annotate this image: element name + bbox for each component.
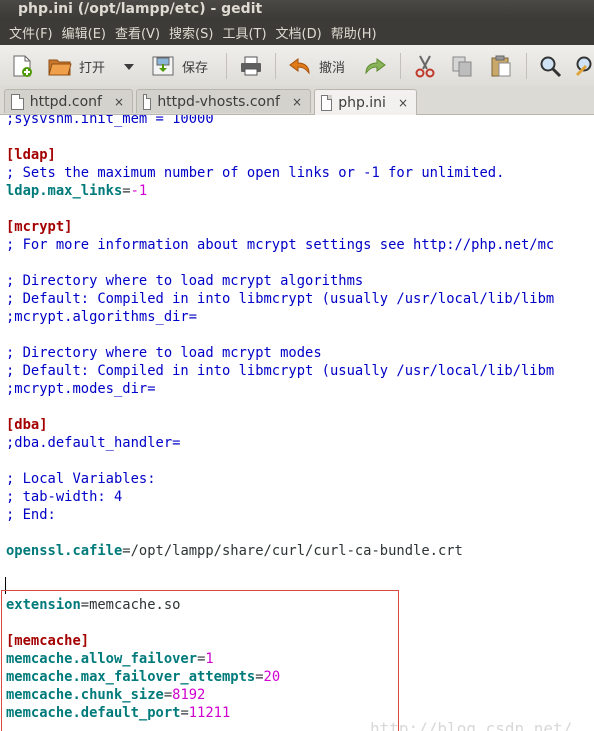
window-title: php.ini (/opt/lampp/etc) - gedit bbox=[18, 1, 263, 17]
redo-icon bbox=[365, 58, 386, 75]
code-line: [dba] bbox=[6, 416, 48, 434]
code-token-comment: ; Default: Compiled in into libmcrypt (u… bbox=[6, 363, 555, 379]
undo-button[interactable]: 撤消 bbox=[287, 53, 345, 79]
window-titlebar: php.ini (/opt/lampp/etc) - gedit bbox=[0, 0, 594, 20]
menu-help[interactable]: 帮助(H) bbox=[331, 23, 377, 42]
tab-label: php.ini bbox=[338, 94, 386, 111]
save-label: 保存 bbox=[182, 60, 209, 76]
tab-httpd-conf[interactable]: httpd.conf × bbox=[4, 89, 133, 113]
highlight-box bbox=[1, 590, 399, 731]
code-token-key: ldap.max_links bbox=[6, 183, 123, 199]
open-folder-icon bbox=[48, 59, 72, 76]
dropdown-arrow-icon bbox=[124, 64, 134, 70]
code-line: ; Local Variables: bbox=[6, 470, 156, 488]
replace-button[interactable] bbox=[574, 53, 594, 79]
menu-edit[interactable]: 编辑(E) bbox=[62, 23, 106, 42]
document-icon bbox=[321, 94, 333, 111]
open-button[interactable]: 打开 bbox=[47, 53, 105, 79]
code-token-comment: ; Directory where to load mcrypt modes bbox=[6, 345, 322, 361]
code-line: ; End: bbox=[6, 506, 56, 524]
code-token-comment: ; Directory where to load mcrypt algorit… bbox=[6, 273, 364, 289]
code-token-comment: ; tab-width: 4 bbox=[6, 489, 123, 505]
cut-icon bbox=[415, 55, 435, 78]
paste-icon bbox=[491, 55, 511, 77]
redo-button[interactable] bbox=[362, 53, 388, 79]
copy-icon bbox=[452, 56, 472, 77]
undo-label: 撤消 bbox=[319, 60, 346, 76]
undo-icon bbox=[289, 58, 310, 75]
code-token-comment: ;mcrypt.algorithms_dir= bbox=[6, 309, 198, 325]
tab-label: httpd-vhosts.conf bbox=[157, 93, 280, 110]
menu-tools[interactable]: 工具(T) bbox=[222, 23, 266, 42]
code-token-num: -1 bbox=[130, 183, 148, 199]
menu-view[interactable]: 查看(V) bbox=[115, 23, 160, 42]
code-line: ; tab-width: 4 bbox=[6, 488, 122, 506]
toolbar: 打开 保存 撤消 bbox=[0, 45, 594, 88]
text-editor[interactable]: ;sysvshm.init_mem = 10000 [ldap] ; Sets th… bbox=[0, 115, 594, 731]
tab-httpd-vhosts-conf[interactable]: httpd-vhosts.conf × bbox=[136, 89, 311, 113]
code-line: ;sysvshm.init_mem = 10000 bbox=[6, 115, 214, 128]
code-line: ; For more information about mcrypt sett… bbox=[6, 236, 554, 254]
toolbar-separator bbox=[400, 53, 401, 79]
search-icon bbox=[540, 56, 562, 78]
code-token-comment: ; Local Variables: bbox=[6, 471, 156, 487]
code-token-section: [mcrypt] bbox=[6, 219, 73, 235]
save-button[interactable]: 保存 bbox=[150, 53, 208, 79]
tab-close-icon[interactable]: × bbox=[398, 96, 408, 110]
code-line: [ldap] bbox=[6, 146, 56, 164]
code-token-section: [dba] bbox=[6, 417, 48, 433]
paste-button[interactable] bbox=[488, 53, 514, 79]
tab-php-ini[interactable]: php.ini × bbox=[314, 89, 417, 115]
menu-bar: 文件(F) 编辑(E) 查看(V) 搜索(S) 工具(T) 文档(D) 帮助(H… bbox=[0, 20, 594, 45]
print-icon bbox=[241, 56, 261, 76]
code-token-comment: ;sysvshm.init_mem = 10000 bbox=[6, 115, 214, 127]
new-button[interactable] bbox=[10, 53, 34, 79]
code-token-val: = bbox=[122, 183, 131, 199]
recent-files-dropdown[interactable] bbox=[122, 53, 136, 79]
replace-icon bbox=[575, 56, 592, 77]
menu-documents[interactable]: 文档(D) bbox=[276, 23, 322, 42]
code-line: ; Directory where to load mcrypt algorit… bbox=[6, 272, 363, 290]
toolbar-separator bbox=[526, 53, 527, 79]
watermark: http://blog.csdn.net/ bbox=[370, 719, 573, 731]
code-line: [mcrypt] bbox=[6, 218, 72, 236]
document-icon bbox=[11, 93, 24, 110]
cut-button[interactable] bbox=[412, 53, 438, 79]
code-token-comment: ; For more information about mcrypt sett… bbox=[6, 237, 555, 253]
tab-label: httpd.conf bbox=[29, 93, 102, 110]
code-token-comment: ; End: bbox=[6, 507, 56, 523]
toolbar-separator bbox=[275, 53, 276, 79]
code-line: ;dba.default_handler= bbox=[6, 434, 180, 452]
code-token-comment: ;mcrypt.modes_dir= bbox=[6, 381, 156, 397]
code-line: ; Default: Compiled in into libmcrypt (u… bbox=[6, 290, 554, 308]
code-token-key: openssl.cafile bbox=[6, 543, 123, 559]
code-token-val: =/opt/lampp/share/curl/curl-ca-bundle.cr… bbox=[122, 543, 463, 559]
code-line: ;mcrypt.algorithms_dir= bbox=[6, 308, 197, 326]
toolbar-separator bbox=[226, 53, 227, 79]
code-line: ldap.max_links=-1 bbox=[6, 182, 147, 200]
document-icon bbox=[143, 93, 152, 110]
save-icon bbox=[152, 56, 174, 76]
code-token-comment: ; Sets the maximum number of open links … bbox=[6, 165, 505, 181]
code-token-comment: ; Default: Compiled in into libmcrypt (u… bbox=[6, 291, 555, 307]
code-token-section: [ldap] bbox=[6, 147, 56, 163]
find-button[interactable] bbox=[538, 53, 564, 79]
copy-button[interactable] bbox=[450, 53, 476, 79]
code-line: openssl.cafile=/opt/lampp/share/curl/cur… bbox=[6, 542, 463, 560]
new-document-icon bbox=[13, 55, 32, 77]
open-label: 打开 bbox=[79, 60, 106, 76]
menu-search[interactable]: 搜索(S) bbox=[169, 23, 213, 42]
code-line: ; Default: Compiled in into libmcrypt (u… bbox=[6, 362, 554, 380]
tab-close-icon[interactable]: × bbox=[114, 95, 124, 109]
menu-file[interactable]: 文件(F) bbox=[9, 23, 53, 42]
print-button[interactable] bbox=[238, 53, 264, 79]
code-line: ;mcrypt.modes_dir= bbox=[6, 380, 156, 398]
code-line: ; Sets the maximum number of open links … bbox=[6, 164, 504, 182]
tab-close-icon[interactable]: × bbox=[292, 95, 302, 109]
document-tabs: httpd.conf × httpd-vhosts.conf × php.ini… bbox=[0, 87, 594, 115]
code-line: ; Directory where to load mcrypt modes bbox=[6, 344, 322, 362]
code-token-comment: ;dba.default_handler= bbox=[6, 435, 181, 451]
